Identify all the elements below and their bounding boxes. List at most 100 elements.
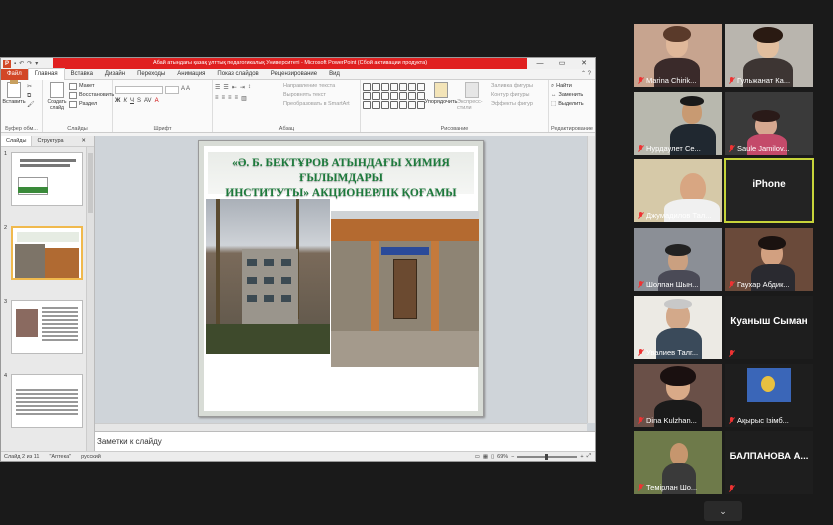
strikethrough-icon[interactable]: S [137,98,141,104]
bold-icon[interactable]: Ж [115,98,120,104]
slide-thumbnail-3[interactable] [11,300,83,354]
align-left-icon[interactable]: ≡ [215,95,219,102]
tab-transitions[interactable]: Переходы [131,69,171,80]
language-indicator[interactable]: русский [81,454,101,460]
close-button[interactable]: ✕ [573,58,595,69]
quick-styles-button[interactable]: Экспресс-стили [457,82,487,111]
participant-tile[interactable]: Marina Chirik... [634,24,722,87]
tab-design[interactable]: Дизайн [99,69,131,80]
slide-sorter-icon[interactable]: ▦ [483,454,488,460]
fit-slide-icon[interactable]: ⤢ [587,453,591,460]
slide-thumbnail-2[interactable] [11,226,83,280]
window-controls: — ▭ ✕ [529,58,595,69]
current-slide[interactable]: «Ә. Б. БЕКТҰРОВ АТЫНДАҒЫ ХИМИЯ ҒЫЛЫМДАРЫ… [198,140,484,417]
underline-icon[interactable]: Ч [130,98,134,104]
notes-pane[interactable]: Заметки к слайду [95,431,595,451]
font-size-dropdown[interactable] [165,86,179,94]
participant-tile[interactable]: БАЛПАНОВА А... [725,431,813,494]
font-color-icon[interactable]: A [155,98,159,104]
participant-tile[interactable]: Dina Kulzhan... [634,364,722,427]
section-button[interactable]: Раздел [69,100,114,109]
font-grow-icon[interactable]: A A [181,86,190,94]
participant-tile[interactable]: Увалиев Талг... [634,296,722,359]
copy-icon[interactable]: ⧉ [27,92,35,101]
line-spacing-icon[interactable]: ↕ [248,84,251,91]
customize-quick-access-icon[interactable]: ▾ [35,60,38,67]
columns-icon[interactable]: ▥ [241,95,247,102]
redo-icon[interactable]: ↷ [27,60,32,67]
participant-tile[interactable]: Гаухар Абдик... [725,228,813,291]
tab-view[interactable]: Вид [323,69,346,80]
slides-panel-scrollbar[interactable] [86,147,94,451]
align-text-button[interactable]: Выровнять текст [283,91,350,100]
char-spacing-icon[interactable]: AV [144,98,152,104]
replace-button[interactable]: ↔ Заменить [551,91,593,100]
tab-file[interactable]: Файл [1,68,28,80]
format-painter-icon[interactable]: 🖌 [27,101,35,110]
arrange-button[interactable]: Упорядочить [425,82,457,105]
zoom-out-icon[interactable]: − [511,454,514,460]
participant-tile[interactable]: Гульжанат Ка... [725,24,813,87]
muted-mic-icon [638,77,644,84]
text-direction-button[interactable]: Направление текста [283,82,350,91]
numbering-icon[interactable]: ☰ [223,84,228,91]
tab-insert[interactable]: Вставка [65,69,99,80]
find-button[interactable]: ⌕ Найти [551,82,593,91]
layout-button[interactable]: Макет [69,82,114,91]
participant-tile[interactable]: Джумадилов Тал... [634,159,722,222]
participant-tile[interactable]: Темірлан Шо... [634,431,722,494]
help-icon[interactable]: ⌃ ? [581,70,591,77]
shape-fill-button[interactable]: Заливка фигуры [491,82,533,91]
reset-button[interactable]: Восстановить [69,91,114,100]
minimize-button[interactable]: — [529,58,551,69]
align-right-icon[interactable]: ≡ [228,95,232,102]
font-family-dropdown[interactable] [115,86,163,94]
institute-entrance-photo[interactable] [331,211,479,367]
justify-icon[interactable]: ≡ [235,95,239,102]
tab-outline[interactable]: Структура [32,136,68,146]
tab-animations[interactable]: Анимация [171,69,211,80]
select-button[interactable]: ⬚ Выделить [551,100,593,109]
participant-tile[interactable]: Куаныш Сыман [725,296,813,359]
zoom-level[interactable]: 69% [497,454,508,460]
participant-tile[interactable]: Нурдаулет Се... [634,92,722,155]
undo-icon[interactable]: ↶ [19,60,24,67]
italic-icon[interactable]: К [123,98,127,104]
slide-thumbnail-4[interactable] [11,374,83,428]
tab-slides[interactable]: Слайды [1,136,33,146]
new-slide-button[interactable]: Создать слайд [45,82,69,111]
shape-effects-button[interactable]: Эффекты фигур [491,100,533,109]
tab-slideshow[interactable]: Показ слайдов [211,69,264,80]
zoom-in-icon[interactable]: + [580,454,583,460]
convert-smartart-button[interactable]: Преобразовать в SmartArt [283,100,350,109]
participant-tile[interactable]: Ақырыс Ізімб... [725,364,813,427]
maximize-button[interactable]: ▭ [551,58,573,69]
tab-home[interactable]: Главная [27,68,65,80]
slide-title[interactable]: «Ә. Б. БЕКТҰРОВ АТЫНДАҒЫ ХИМИЯ ҒЫЛЫМДАРЫ… [208,152,474,199]
gallery-next-page-button[interactable]: ⌄ [704,501,742,521]
notes-placeholder: Заметки к слайду [97,437,162,446]
tab-review[interactable]: Рецензирование [265,69,323,80]
institute-building-photo[interactable] [206,199,330,354]
cut-icon[interactable]: ✂ [27,83,35,92]
align-center-icon[interactable]: ≡ [222,95,226,102]
paragraph-group: ☰ ☰ ⇤ ⇥ ↕ ≡ ≡ ≡ ≡ ▥ Направление текста Выровнять… [213,80,361,132]
shape-outline-button[interactable]: Контур фигуры [491,91,533,100]
save-icon[interactable]: ▪ [14,61,16,67]
slide-area-vertical-scrollbar[interactable] [587,136,595,423]
reading-view-icon[interactable]: ▯ [491,454,494,460]
bullets-icon[interactable]: ☰ [215,84,220,91]
normal-view-icon[interactable]: ▭ [475,454,480,460]
slide-thumbnail-1[interactable] [11,152,83,206]
zoom-slider[interactable] [517,453,578,460]
ribbon: Вставить ✂ ⧉ 🖌 Буфер обм... Создать слай… [1,80,595,133]
participant-name: Шолпан Шын... [646,280,699,289]
slide-area-horizontal-scrollbar[interactable] [95,423,587,431]
outdent-icon[interactable]: ⇥ [240,84,245,91]
indent-icon[interactable]: ⇤ [232,84,237,91]
panel-close-icon[interactable]: ✕ [76,136,91,147]
participant-tile[interactable]: Saule Jamilov... [725,92,813,155]
participant-tile-active-speaker[interactable]: iPhone [724,158,814,223]
paste-button[interactable]: Вставить [2,80,26,105]
participant-tile[interactable]: Шолпан Шын... [634,228,722,291]
